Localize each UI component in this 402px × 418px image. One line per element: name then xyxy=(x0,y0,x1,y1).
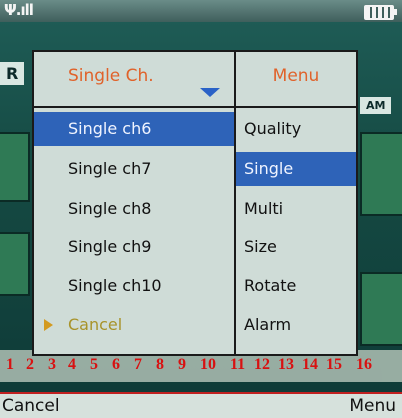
menu-item-single[interactable]: Single xyxy=(236,152,356,186)
play-arrow-icon xyxy=(44,319,53,331)
menu-item-label: Multi xyxy=(244,199,284,218)
channel-item-ch8[interactable]: Single ch8 xyxy=(34,192,234,226)
menu-item-alarm[interactable]: Alarm xyxy=(236,308,356,342)
channel-dropdown-label: Single Ch. xyxy=(68,66,154,86)
cancel-item-label: Cancel xyxy=(68,315,123,334)
channel-number: 8 xyxy=(156,356,164,373)
channel-number: 9 xyxy=(178,356,186,373)
status-bar: Ψ.ıll xyxy=(0,0,402,23)
background-cell xyxy=(0,232,30,296)
channel-item-ch10[interactable]: Single ch10 xyxy=(34,269,234,303)
header-divider xyxy=(34,106,356,108)
cancel-softkey[interactable]: Cancel xyxy=(2,396,60,416)
channel-number: 5 xyxy=(90,356,98,373)
background-tag: AM xyxy=(360,97,392,114)
channel-number: 16 xyxy=(356,356,372,373)
softkey-bar: Cancel Menu xyxy=(0,392,402,418)
channel-item-ch7[interactable]: Single ch7 xyxy=(34,152,234,186)
menu-item-label: Alarm xyxy=(244,315,292,334)
channel-number: 2 xyxy=(26,356,34,373)
channel-item-label: Single ch7 xyxy=(68,159,152,178)
channel-number: 12 xyxy=(254,356,270,373)
channel-number: 7 xyxy=(134,356,142,373)
channel-number: 10 xyxy=(200,356,216,373)
menu-item-label: Rotate xyxy=(244,276,297,295)
background-cell xyxy=(0,132,30,202)
menu-item-rotate[interactable]: Rotate xyxy=(236,269,356,303)
menu-softkey[interactable]: Menu xyxy=(349,396,396,416)
channel-number: 15 xyxy=(326,356,342,373)
channel-item-label: Single ch6 xyxy=(68,119,152,138)
channel-item-label: Single ch10 xyxy=(68,276,162,295)
menu-item-label: Quality xyxy=(244,119,302,138)
channel-number: 1 xyxy=(6,356,14,373)
cancel-item[interactable]: Cancel xyxy=(34,308,234,342)
channel-number: 4 xyxy=(68,356,76,373)
channel-item-label: Single ch8 xyxy=(68,199,152,218)
channel-number: 14 xyxy=(302,356,318,373)
signal-strength-icon: Ψ.ıll xyxy=(4,1,34,19)
channel-number: 3 xyxy=(48,356,56,373)
channel-dropdown[interactable]: Single Ch. xyxy=(34,52,234,106)
background-tag: R xyxy=(0,62,25,85)
menu-item-label: Single xyxy=(244,159,294,178)
background-cell xyxy=(360,132,402,216)
menu-item-multi[interactable]: Multi xyxy=(236,192,356,226)
battery-icon xyxy=(364,5,397,20)
channel-item-label: Single ch9 xyxy=(68,237,152,256)
menu-item-label: Size xyxy=(244,237,277,256)
channel-number: 13 xyxy=(278,356,294,373)
channel-menu-dialog: Single Ch. Menu Single ch6 Single ch7 Si… xyxy=(32,50,358,356)
menu-header: Menu xyxy=(272,66,320,86)
channel-item-ch9[interactable]: Single ch9 xyxy=(34,230,234,264)
menu-item-quality[interactable]: Quality xyxy=(236,112,356,146)
channel-number: 11 xyxy=(230,356,246,373)
channel-item-ch6[interactable]: Single ch6 xyxy=(34,112,234,146)
menu-item-size[interactable]: Size xyxy=(236,230,356,264)
dropdown-arrow-icon xyxy=(200,88,220,97)
channel-number: 6 xyxy=(112,356,120,373)
background-cell xyxy=(360,272,402,346)
